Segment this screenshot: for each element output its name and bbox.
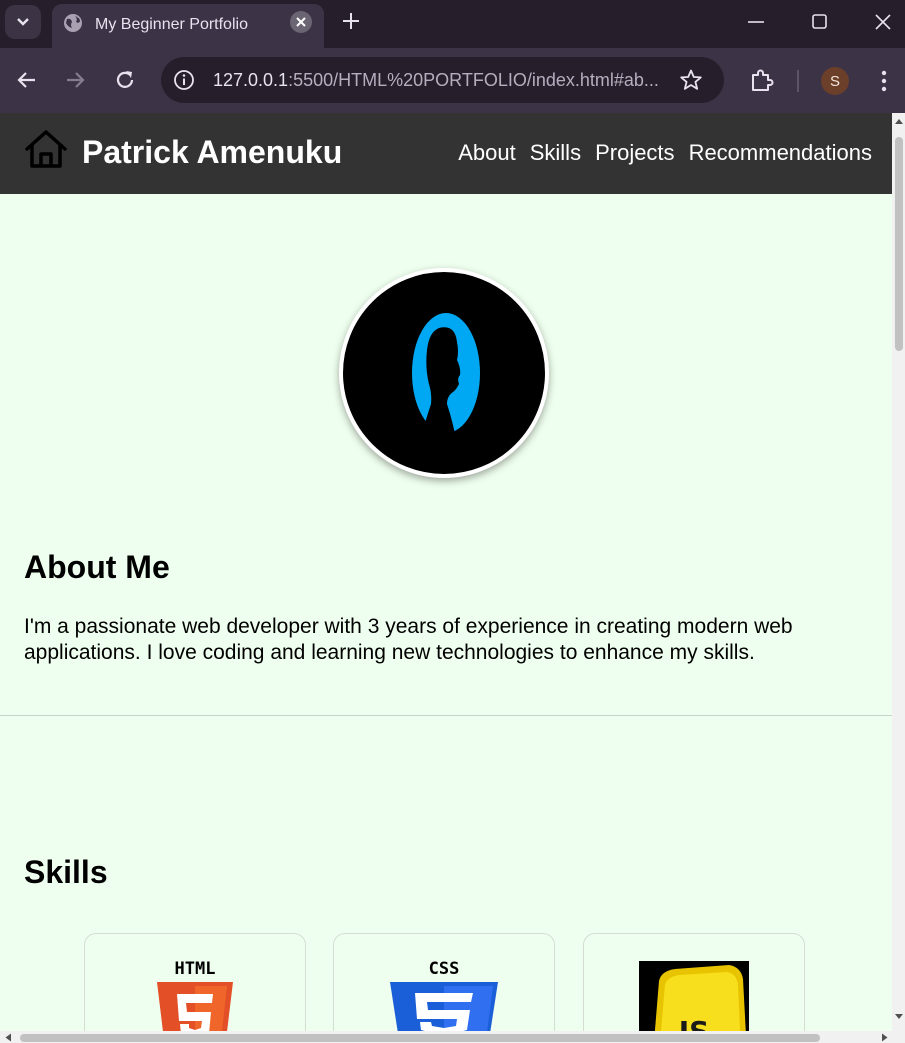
forward-arrow-icon[interactable] [62,67,88,93]
minimize-icon[interactable] [744,10,768,34]
skill-card-js: JS [583,933,805,1031]
site-nav: About Skills Projects Recommendations [458,140,872,166]
scroll-down-arrow-icon[interactable] [894,1013,904,1021]
more-menu-icon[interactable] [876,68,892,94]
site-name: Patrick Amenuku [82,134,343,170]
nav-link-about[interactable]: About [458,140,516,166]
profile-avatar[interactable]: S [821,67,849,95]
person-silhouette-icon [412,313,480,444]
tab-title: My Beginner Portfolio [95,16,248,33]
toolbar-separator [797,70,799,92]
browser-toolbar: 127.0.0.1:5500/HTML%20PORTFOLIO/index.ht… [0,48,905,113]
skills-heading: Skills [24,854,108,890]
globe-icon [64,14,82,32]
site-header: Patrick Amenuku About Skills Projects Re… [0,113,892,194]
url-text[interactable]: 127.0.0.1:5500/HTML%20PORTFOLIO/index.ht… [213,70,659,91]
url-path: :5500/HTML%20PORTFOLIO/index.html#ab... [288,70,659,90]
site-info-icon[interactable] [173,69,195,91]
browser-tab[interactable]: My Beginner Portfolio [52,4,324,48]
skill-card-css: CSS [333,933,555,1031]
js-logo-label: JS [677,1015,710,1031]
nav-link-projects[interactable]: Projects [595,140,674,166]
extensions-puzzle-icon[interactable] [748,66,776,94]
scroll-left-arrow-icon[interactable] [4,1033,12,1042]
maximize-icon[interactable] [808,10,832,34]
about-heading: About Me [24,549,170,585]
close-icon [296,17,306,27]
page-viewport: Patrick Amenuku About Skills Projects Re… [0,113,892,1031]
nav-link-skills[interactable]: Skills [530,140,581,166]
css3-logo-icon: CSS [390,960,498,1031]
scroll-up-arrow-icon[interactable] [894,117,904,125]
profile-picture [339,268,549,478]
vertical-scrollbar-thumb[interactable] [895,137,903,351]
tab-close-button[interactable] [290,11,312,33]
tab-strip: My Beginner Portfolio [0,0,905,48]
url-host: 127.0.0.1 [213,70,289,90]
bookmark-star-icon[interactable] [679,68,703,92]
nav-link-recommendations[interactable]: Recommendations [689,140,872,166]
chevron-down-icon [17,18,29,26]
javascript-logo-icon: JS [639,961,749,1031]
window-close-icon[interactable] [871,10,895,34]
reload-icon[interactable] [112,67,138,93]
scroll-right-arrow-icon[interactable] [881,1033,889,1042]
address-bar[interactable]: 127.0.0.1:5500/HTML%20PORTFOLIO/index.ht… [161,57,724,103]
about-text: I'm a passionate web developer with 3 ye… [24,615,793,664]
section-divider [0,715,892,716]
back-arrow-icon[interactable] [14,67,40,93]
tab-search-button[interactable] [5,5,41,39]
html-logo-label: HTML [175,960,216,979]
horizontal-scrollbar-thumb[interactable] [20,1034,820,1042]
skill-card-html: HTML [84,933,306,1031]
html5-logo-icon: HTML [157,960,233,1031]
new-tab-plus-icon[interactable] [340,10,362,32]
css-logo-label: CSS [429,960,460,979]
home-icon[interactable] [24,129,68,169]
